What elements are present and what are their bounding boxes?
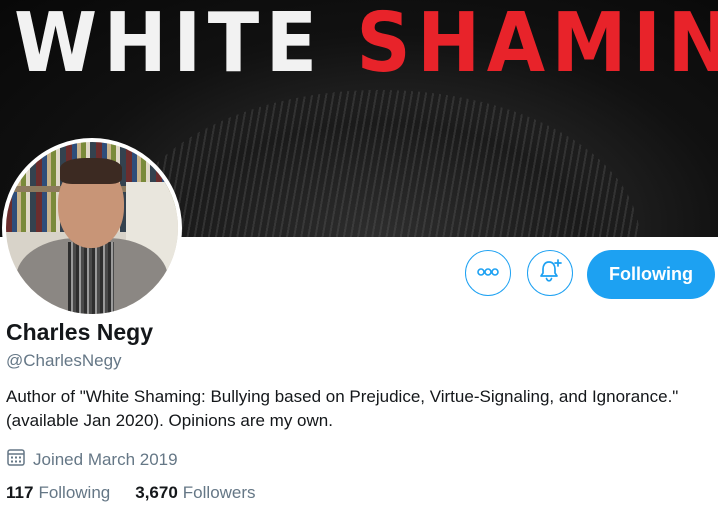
profile-bio: Author of "White Shaming: Bullying based… — [6, 387, 679, 430]
following-label: Following — [38, 483, 111, 502]
display-name: Charles Negy — [6, 319, 154, 345]
user-handle: @CharlesNegy — [6, 351, 122, 370]
followers-label: Followers — [182, 483, 256, 502]
banner-title-white: WHITE — [14, 0, 324, 91]
joined-label: Joined March 2019 — [33, 449, 178, 469]
more-options-button[interactable] — [465, 250, 511, 296]
banner-title: WHITE SHAMING — [14, 0, 718, 91]
banner-image-hair — [120, 90, 640, 237]
following-stat-link[interactable]: 117 Following — [6, 483, 110, 503]
calendar-icon — [6, 447, 26, 472]
followers-stat-link[interactable]: 3,670 Followers — [135, 483, 255, 503]
bell-plus-icon — [537, 258, 563, 289]
avatar[interactable] — [2, 138, 182, 318]
banner-title-red: SHAMING — [356, 0, 718, 91]
joined-date: Joined March 2019 — [6, 447, 178, 472]
following-button[interactable]: Following — [587, 250, 715, 299]
following-count: 117 — [6, 483, 34, 502]
followers-count: 3,670 — [135, 483, 178, 502]
more-horizontal-icon — [476, 264, 500, 282]
profile-stats: 117 Following 3,670 Followers — [6, 483, 256, 503]
notifications-button[interactable] — [527, 250, 573, 296]
